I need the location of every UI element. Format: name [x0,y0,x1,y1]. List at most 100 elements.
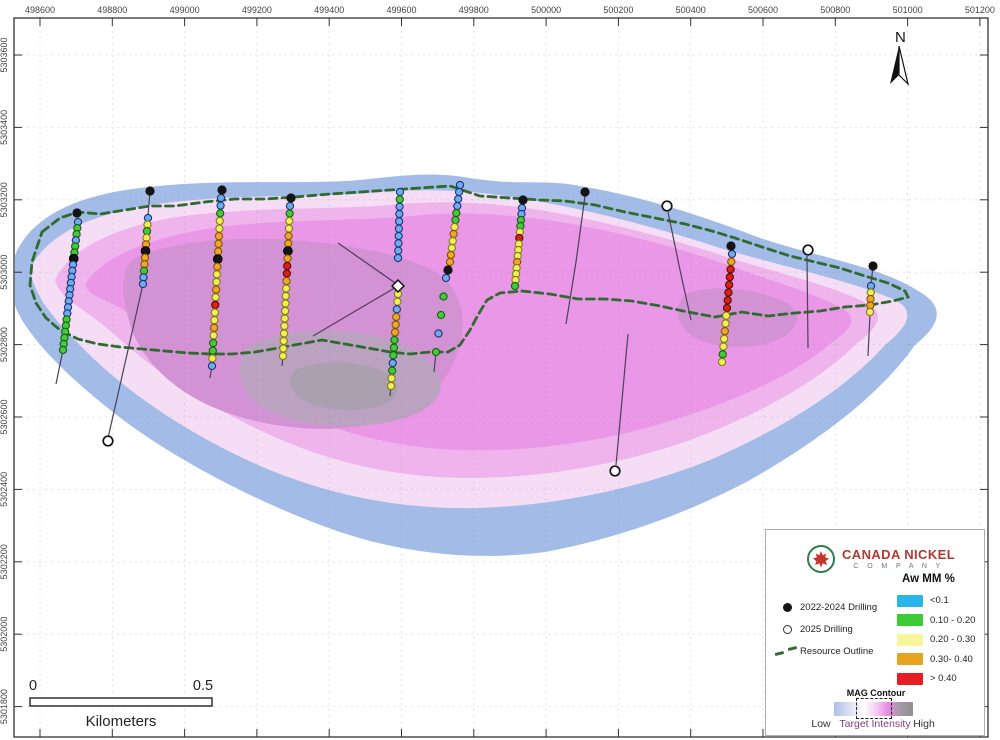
mag-label-high: High [913,718,935,730]
x-axis-label: 499600 [386,5,416,15]
assay-dot [447,251,454,258]
legend-symbol-label: 2025 Drilling [800,624,853,635]
assay-dot [396,218,403,225]
assay-dot [392,321,399,328]
assay-dot [449,237,456,244]
assay-dot [394,254,401,261]
assay-dot [208,362,215,369]
assay-dot [451,223,458,230]
assay-dot [59,346,66,353]
assay-dot [442,274,449,281]
company-name: CANADA NICKEL [842,547,955,562]
assay-dot [213,278,220,285]
assay-dot [282,300,289,307]
legend-symbol-dash: Resource Outline [774,640,877,662]
assay-dot [448,244,455,251]
assay-dot [217,202,224,209]
assay-dot [388,375,395,382]
assay-dot [724,297,731,304]
legend-symbol-label: 2022-2024 Drilling [800,602,877,613]
mag-label-low: Low [811,718,830,730]
legend-symbol-open: 2025 Drilling [774,618,877,640]
assay-dot [722,320,729,327]
assay-dot [139,280,146,287]
assay-dot [281,315,288,322]
drill-collar-filled [518,195,527,204]
assay-dot [721,328,728,335]
assay-dot [432,348,439,355]
y-axis-label: 5302800 [0,327,9,362]
assay-dot [209,347,216,354]
drill-collar-open [803,245,813,255]
assay-dot [216,225,223,232]
assay-dot [435,330,442,337]
assay-dot [212,301,219,308]
grade-label: <0.1 [930,595,949,606]
assay-dot [209,355,216,362]
assay-dot [395,232,402,239]
assay-dot [282,292,289,299]
assay-dot [215,248,222,255]
assay-dot [389,367,396,374]
drill-collar-filled [145,186,154,195]
legend-symbol-list: 2022-2024 Drilling 2025 Drilling Resource … [774,596,877,662]
y-axis-label: 5302000 [0,617,9,652]
x-axis-label: 500600 [748,5,778,15]
assay-dot [450,230,457,237]
assay-dot [391,329,398,336]
legend-symbol-label: Resource Outline [800,646,873,657]
assay-dot [454,202,461,209]
assay-dot [723,304,730,311]
drill-collar-open [662,201,672,211]
assay-dot [214,263,221,270]
grade-scale-title: Aw MM % [902,573,955,585]
maple-leaf-icon [806,544,836,574]
legend-grade-row: 0.20 - 0.30 [897,630,975,650]
legend: CANADA NICKEL C O M P A N Y Aw MM % 2022… [765,529,985,736]
assay-dot [726,281,733,288]
grade-label: > 0.40 [930,673,957,684]
assay-dot [391,336,398,343]
assay-dot [396,203,403,210]
x-axis-label: 498800 [97,5,127,15]
y-axis-label: 5303200 [0,182,9,217]
assay-dot [440,293,447,300]
assay-dot [284,255,291,262]
grade-label: 0.20 - 0.30 [930,634,975,645]
filled-circle-icon [774,603,800,612]
assay-dot [217,210,224,217]
assay-dot [728,258,735,265]
assay-dot [217,194,224,201]
map-figure: 4986004988004990004992004994004996004998… [0,0,1000,740]
assay-dot [395,225,402,232]
assay-dot [511,282,518,289]
x-axis-label: 501000 [893,5,923,15]
x-axis-label: 498600 [25,5,55,15]
scale-half: 0.5 [193,678,213,694]
legend-grade-list: <0.10.10 - 0.200.20 - 0.300.30- 0.40> 0.… [897,591,975,689]
legend-grade-row: <0.1 [897,591,975,611]
legend-grade-row: 0.30- 0.40 [897,650,975,670]
assay-dot [281,322,288,329]
assay-dot [390,344,397,351]
assay-dot [215,240,222,247]
assay-dot [720,343,727,350]
mag-target-box [856,698,892,719]
x-axis-label: 499000 [170,5,200,15]
north-label: N [895,29,906,46]
x-axis-label: 499800 [459,5,489,15]
assay-dot [282,307,289,314]
drill-collar-filled [726,241,735,250]
assay-dot [387,382,394,389]
assay-dot [389,359,396,366]
assay-dot [396,210,403,217]
x-axis-label: 501200 [965,5,995,15]
grade-swatch [897,634,923,646]
drill-collar-filled [286,193,295,202]
assay-dot [455,195,462,202]
assay-dot [393,306,400,313]
drill-collar-filled [72,208,81,217]
assay-dot [285,240,292,247]
assay-dot [719,351,726,358]
assay-dot [211,317,218,324]
